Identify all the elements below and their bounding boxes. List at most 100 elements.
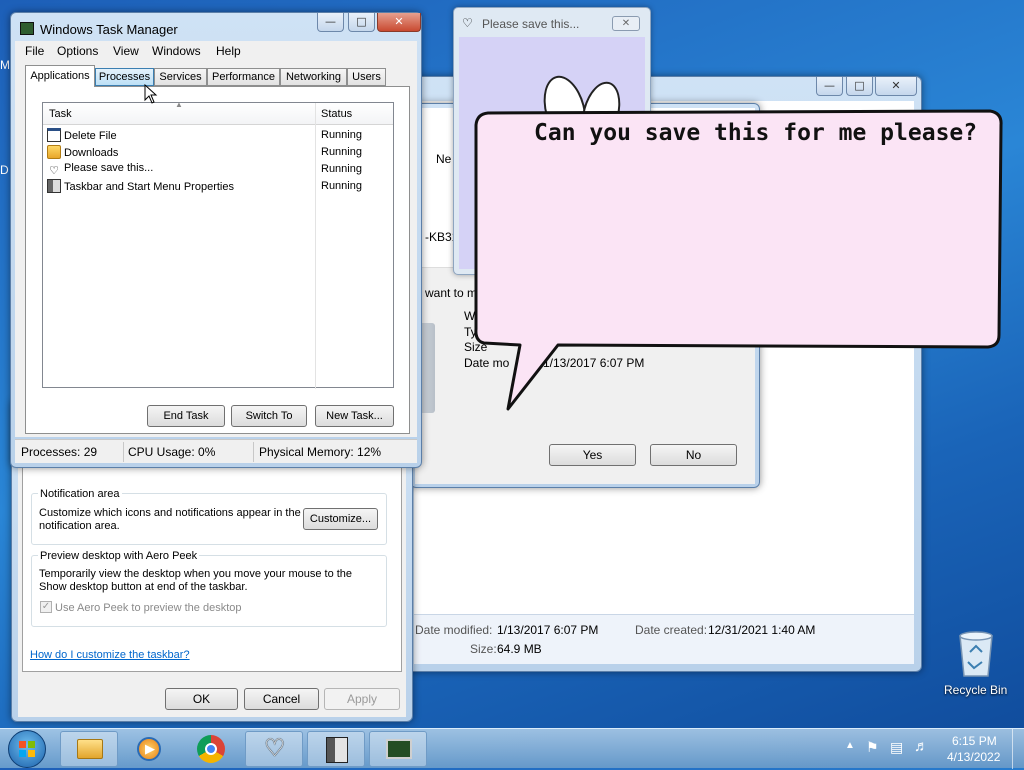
desktop-icon-fragment: M	[0, 58, 10, 72]
tab-networking[interactable]: Networking	[280, 68, 347, 86]
close-button[interactable]: ✕	[377, 13, 421, 32]
taskbar-app[interactable]	[307, 731, 365, 767]
taskbar-app[interactable]	[369, 731, 427, 767]
task-name: Delete File	[64, 130, 117, 142]
task-column-header[interactable]: Task	[49, 108, 72, 120]
task-list-header: ▲ Task Status	[43, 100, 393, 389]
menu-bar: File Options View Windows Help	[15, 41, 417, 61]
task-row[interactable]: Downloads Running	[47, 145, 391, 162]
mouse-cursor-icon	[144, 84, 158, 104]
status-divider	[123, 442, 124, 462]
task-row[interactable]: Delete File Running	[47, 128, 391, 145]
tab-services[interactable]: Services	[154, 68, 207, 86]
play-icon: ▶	[145, 741, 155, 756]
cancel-button[interactable]: Cancel	[244, 688, 319, 710]
taskbar-app[interactable]: ▶	[121, 731, 179, 767]
windows-logo-icon	[19, 741, 35, 757]
task-status: Running	[321, 180, 362, 192]
new-task-button[interactable]: New Task...	[315, 405, 394, 427]
size-label: Size:	[470, 642, 497, 656]
bunny-window-icon: ♡	[462, 16, 473, 30]
clock-time[interactable]: 6:15 PM	[952, 734, 997, 748]
taskbar-app[interactable]	[60, 731, 118, 767]
desktop-icon-fragment: D	[0, 163, 9, 177]
taskbar-app[interactable]	[183, 731, 241, 767]
status-column-header[interactable]: Status	[321, 108, 352, 120]
bunny-window-title: Please save this...	[482, 17, 580, 31]
show-desktop-button[interactable]	[1012, 729, 1024, 769]
close-button[interactable]: ✕	[875, 77, 917, 96]
speech-bubble	[474, 109, 1003, 411]
physical-memory: Physical Memory: 12%	[259, 445, 382, 459]
folder-icon	[47, 145, 61, 159]
action-center-icon[interactable]: ⚑	[866, 739, 879, 756]
aero-peek-checkbox[interactable]: ✓	[40, 601, 52, 613]
recycle-bin-desktop-icon[interactable]: Recycle Bin	[940, 630, 1012, 700]
task-row[interactable]: ♡ Please save this... Running	[47, 162, 391, 179]
tab-performance[interactable]: Performance	[207, 68, 280, 86]
start-button[interactable]	[8, 730, 46, 768]
task-manager-title: Windows Task Manager	[40, 22, 178, 37]
task-row[interactable]: Taskbar and Start Menu Properties Runnin…	[47, 179, 391, 196]
yes-button[interactable]: Yes	[549, 444, 636, 466]
menu-help[interactable]: Help	[216, 44, 241, 58]
task-status: Running	[321, 146, 362, 158]
notification-area-text: Customize which icons and notifications …	[39, 507, 301, 532]
network-icon[interactable]: ▤	[890, 739, 903, 756]
tab-applications[interactable]: Applications	[25, 65, 95, 87]
menu-options[interactable]: Options	[57, 44, 98, 58]
maximize-button[interactable]: □	[846, 77, 873, 96]
no-button[interactable]: No	[650, 444, 737, 466]
sort-arrow-icon: ▲	[175, 100, 183, 109]
task-status: Running	[321, 163, 362, 175]
apply-button[interactable]: Apply	[324, 688, 400, 710]
volume-icon[interactable]: ♬	[914, 738, 929, 755]
task-list: ▲ Task Status Delete File Running Downlo…	[42, 100, 394, 389]
chrome-center-icon	[205, 743, 217, 755]
task-name: Taskbar and Start Menu Properties	[64, 181, 234, 193]
date-created-label: Date created:	[635, 623, 708, 637]
task-name: Please save this...	[64, 162, 154, 174]
switch-to-button[interactable]: Switch To	[231, 405, 307, 427]
size-value: 64.9 MB	[497, 642, 542, 656]
notification-area-title: Notification area	[38, 488, 122, 500]
menu-windows[interactable]: Windows	[152, 44, 201, 58]
aero-peek-checkbox-label: Use Aero Peek to preview the desktop	[55, 602, 242, 614]
applications-tab-page: ▲ Task Status Delete File Running Downlo…	[25, 86, 410, 434]
menu-view[interactable]: View	[113, 44, 139, 58]
tab-fragment: Ne	[436, 152, 452, 166]
status-divider	[253, 442, 254, 462]
window-icon	[47, 128, 61, 142]
minimize-button[interactable]: —	[816, 77, 843, 96]
taskbar-properties-app-icon	[326, 737, 348, 763]
speech-text: Can you save this for me please?	[534, 120, 978, 146]
explorer-icon	[77, 739, 103, 759]
taskbar: ▶ ♡ ▲ ⚑ ▤ ♬ 6:15 PM 4/13/2022	[0, 728, 1024, 769]
task-manager-window: Windows Task Manager — □ ✕ File Options …	[10, 12, 422, 468]
date-created-value: 12/31/2021 1:40 AM	[708, 623, 816, 637]
minimize-button[interactable]: —	[317, 13, 344, 32]
clock-date[interactable]: 4/13/2022	[947, 750, 1000, 764]
menu-file[interactable]: File	[25, 44, 44, 58]
taskbar-app[interactable]: ♡	[245, 731, 303, 767]
task-manager-client: Applications Processes Services Performa…	[15, 61, 417, 437]
taskbar-properties-icon	[47, 179, 61, 193]
cpu-usage: CPU Usage: 0%	[128, 445, 216, 459]
ok-button[interactable]: OK	[165, 688, 238, 710]
aero-peek-title: Preview desktop with Aero Peek	[38, 550, 200, 562]
details-pane: Date modified: 1/13/2017 6:07 PM Date cr…	[414, 614, 914, 664]
bunny-close-button[interactable]: ✕	[612, 16, 640, 31]
date-modified-label: Date modified:	[415, 623, 493, 637]
show-hidden-icons-icon[interactable]: ▲	[845, 740, 855, 751]
customize-button[interactable]: Customize...	[303, 508, 378, 530]
tab-users[interactable]: Users	[347, 68, 386, 86]
task-manager-app-icon	[386, 739, 412, 759]
aero-peek-text: Temporarily view the desktop when you mo…	[39, 568, 353, 593]
date-modified-value: 1/13/2017 6:07 PM	[497, 623, 599, 637]
maximize-button[interactable]: □	[348, 13, 375, 32]
recycle-bin-icon	[959, 631, 993, 677]
bunny-icon: ♡	[49, 165, 59, 177]
end-task-button[interactable]: End Task	[147, 405, 225, 427]
task-manager-icon	[20, 22, 34, 35]
help-link[interactable]: How do I customize the taskbar?	[30, 649, 190, 661]
